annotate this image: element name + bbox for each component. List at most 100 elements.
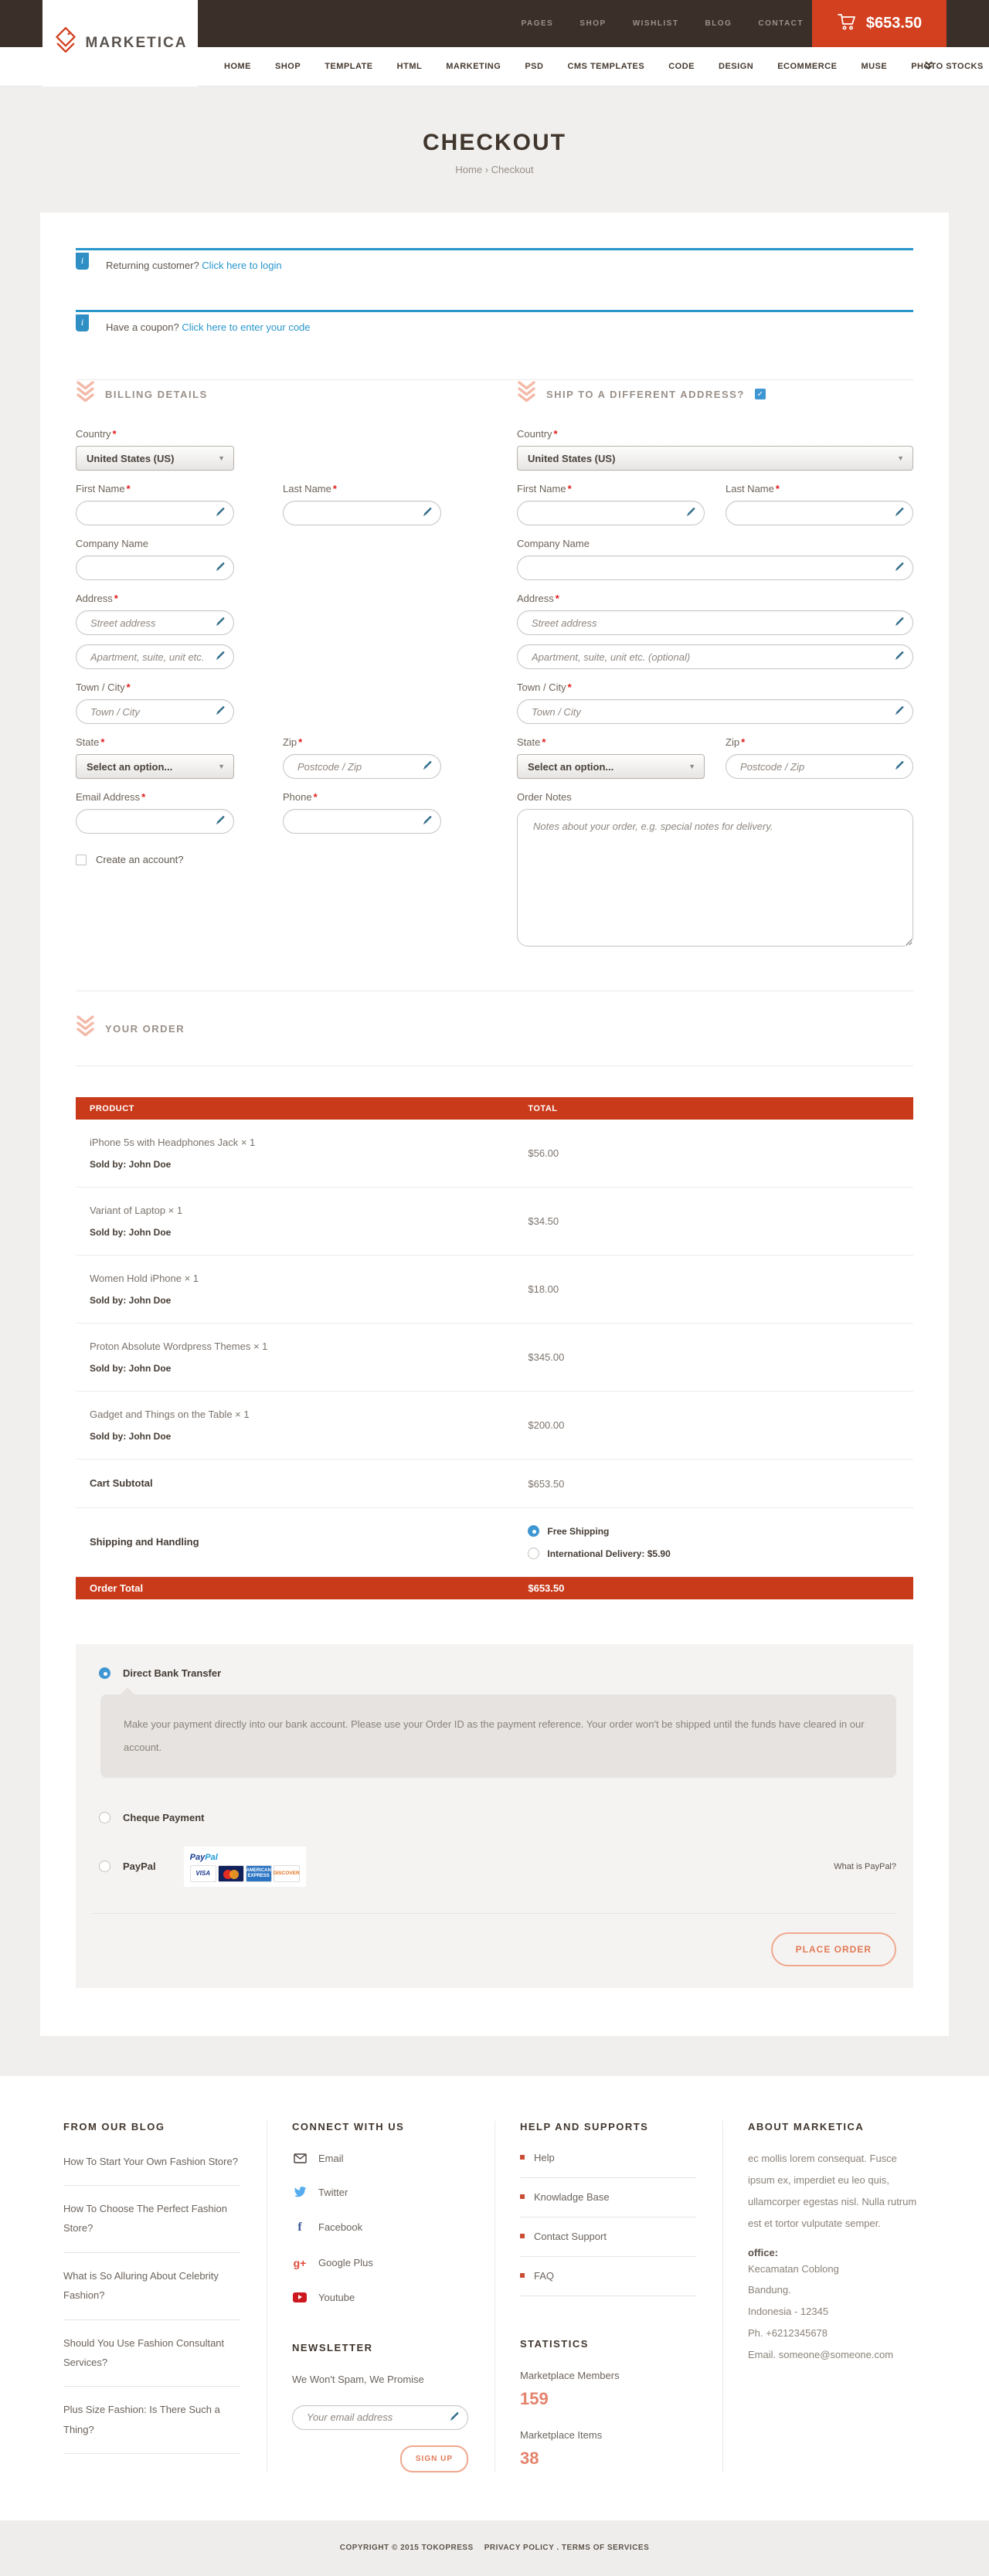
select-arrow-icon: ▼ <box>688 763 695 770</box>
top-nav-wishlist[interactable]: WISHLIST <box>633 19 679 28</box>
coupon-link[interactable]: Click here to enter your code <box>182 321 310 333</box>
nav-ecommerce[interactable]: ECOMMERCE <box>777 62 837 71</box>
email-link[interactable]: Email <box>292 2153 468 2164</box>
shipping-apartment-input[interactable] <box>517 644 913 669</box>
signup-button[interactable]: SIGN UP <box>400 2445 468 2472</box>
product-seller: Sold by: John Doe <box>90 1227 528 1238</box>
shipping-zip-input[interactable] <box>726 754 913 779</box>
newsletter-email-input[interactable] <box>292 2405 468 2430</box>
shipping-company-input[interactable] <box>517 556 913 580</box>
login-notice-text: Returning customer? <box>106 260 199 271</box>
logo[interactable]: MARKETICA <box>42 0 198 87</box>
radio-selected[interactable] <box>99 1667 110 1679</box>
nav-shop[interactable]: SHOP <box>275 62 301 71</box>
youtube-link[interactable]: Youtube <box>292 2292 468 2303</box>
radio-unselected[interactable] <box>99 1861 110 1872</box>
product-name: Gadget and Things on the Table × 1 <box>90 1409 528 1420</box>
blog-post-link[interactable]: What is So Alluring About Celebrity Fash… <box>63 2253 240 2320</box>
coupon-notice-text: Have a coupon? <box>106 321 179 333</box>
product-total: $56.00 <box>528 1147 913 1159</box>
billing-heading: BILLING DETAILS <box>105 389 208 400</box>
billing-phone-input[interactable] <box>283 809 441 834</box>
shipping-country-select[interactable]: United States (US) ▼ <box>517 446 913 471</box>
login-link[interactable]: Click here to login <box>202 260 281 271</box>
section-stack-icon <box>517 380 536 408</box>
radio-unselected[interactable] <box>99 1812 110 1823</box>
twitter-link[interactable]: Twitter <box>292 2187 468 2198</box>
facebook-link[interactable]: f Facebook <box>292 2221 468 2234</box>
blog-post-link[interactable]: Should You Use Fashion Consultant Servic… <box>63 2320 240 2387</box>
top-nav-pages[interactable]: PAGES <box>522 19 554 28</box>
ship-different-checkbox[interactable]: ✓ <box>755 389 766 399</box>
billing-state-value: Select an option... <box>87 761 172 773</box>
legal-links[interactable]: PRIVACY POLICY . TERMS OF SERVICES <box>484 2544 650 2552</box>
your-order-head: YOUR ORDER <box>76 991 913 1065</box>
nav-html[interactable]: HTML <box>397 62 423 71</box>
twitter-icon <box>292 2187 308 2197</box>
shipping-state-select[interactable]: Select an option... ▼ <box>517 754 705 779</box>
billing-state-select[interactable]: Select an option... ▼ <box>76 754 234 779</box>
top-nav-shop[interactable]: SHOP <box>579 19 606 28</box>
billing-email-input[interactable] <box>76 809 234 834</box>
shipping-first-name-input[interactable] <box>517 501 705 525</box>
order-notes-textarea[interactable] <box>517 809 913 946</box>
nav-template[interactable]: TEMPLATE <box>325 62 372 71</box>
nav-home[interactable]: HOME <box>224 62 251 71</box>
radio-unselected[interactable] <box>528 1548 539 1559</box>
billing-country-value: United States (US) <box>87 453 174 464</box>
knowledge-base-link[interactable]: Knowladge Base <box>520 2178 696 2217</box>
cheque-payment-option[interactable]: Cheque Payment <box>93 1812 896 1823</box>
contact-support-link[interactable]: Contact Support <box>520 2217 696 2257</box>
items-count: 38 <box>520 2449 696 2469</box>
billing-first-name-input[interactable] <box>76 501 234 525</box>
shipping-last-name-input[interactable] <box>726 501 913 525</box>
nav-marketing[interactable]: MARKETING <box>446 62 501 71</box>
nav-design[interactable]: DESIGN <box>719 62 753 71</box>
product-name: iPhone 5s with Headphones Jack × 1 <box>90 1137 528 1148</box>
faq-link[interactable]: FAQ <box>520 2257 696 2296</box>
order-total-row: Order Total $653.50 <box>76 1577 913 1599</box>
breadcrumb-home[interactable]: Home <box>455 164 482 175</box>
bank-transfer-option[interactable]: Direct Bank Transfer <box>93 1667 896 1679</box>
billing-company-input[interactable] <box>76 556 234 580</box>
billing-country-select[interactable]: United States (US) ▼ <box>76 446 234 471</box>
subtotal-label: Cart Subtotal <box>90 1477 153 1489</box>
top-nav-contact[interactable]: CONTACT <box>758 19 804 28</box>
blog-post-link[interactable]: How To Start Your Own Fashion Store? <box>63 2139 240 2186</box>
blog-heading: FROM OUR BLOG <box>63 2121 240 2133</box>
top-nav-blog[interactable]: BLOG <box>705 19 732 28</box>
nav-code[interactable]: CODE <box>668 62 695 71</box>
billing-apartment-input[interactable] <box>76 644 234 669</box>
billing-town-input[interactable] <box>76 699 234 724</box>
help-link[interactable]: Help <box>520 2139 696 2178</box>
nav-photo-stocks[interactable]: PHOTO STOCKS <box>911 62 984 71</box>
international-delivery-option[interactable]: International Delivery: $5.90 <box>528 1548 913 1559</box>
cart-button[interactable]: $653.50 <box>812 0 947 47</box>
office-address-line: Bandung. <box>748 2279 924 2301</box>
shipping-street-input[interactable] <box>517 610 913 635</box>
chevron-double-down-icon[interactable] <box>924 60 933 75</box>
paypal-option[interactable]: PayPal PayPal VISA AMERICAN EXPRESS DISC… <box>93 1847 896 1887</box>
items-label: Marketplace Items <box>520 2429 696 2441</box>
order-table: PRODUCT TOTAL iPhone 5s with Headphones … <box>76 1097 913 1599</box>
nav-cms-templates[interactable]: CMS TEMPLATES <box>567 62 644 71</box>
blog-post-link[interactable]: Plus Size Fashion: Is There Such a Thing… <box>63 2387 240 2454</box>
top-nav: PAGES SHOP WISHLIST BLOG CONTACT <box>522 0 804 47</box>
what-is-paypal-link[interactable]: What is PayPal? <box>834 1862 896 1871</box>
login-notice: i Returning customer? Click here to logi… <box>76 248 913 285</box>
radio-selected[interactable] <box>528 1525 539 1537</box>
nav-muse[interactable]: MUSE <box>861 62 887 71</box>
billing-last-name-input[interactable] <box>283 501 441 525</box>
billing-street-input[interactable] <box>76 610 234 635</box>
paypal-cards-badge[interactable]: PayPal VISA AMERICAN EXPRESS DISCOVER <box>184 1847 306 1887</box>
blog-post-link[interactable]: How To Choose The Perfect Fashion Store? <box>63 2186 240 2253</box>
office-email: Email. someone@someone.com <box>748 2344 924 2366</box>
nav-psd[interactable]: PSD <box>525 62 543 71</box>
shipping-town-input[interactable] <box>517 699 913 724</box>
state-label: State* <box>517 736 705 748</box>
create-account-checkbox[interactable] <box>76 855 87 865</box>
free-shipping-option[interactable]: Free Shipping <box>528 1525 913 1537</box>
billing-zip-input[interactable] <box>283 754 441 779</box>
google-plus-link[interactable]: g+ Google Plus <box>292 2257 468 2269</box>
place-order-button[interactable]: PLACE ORDER <box>771 1932 896 1966</box>
